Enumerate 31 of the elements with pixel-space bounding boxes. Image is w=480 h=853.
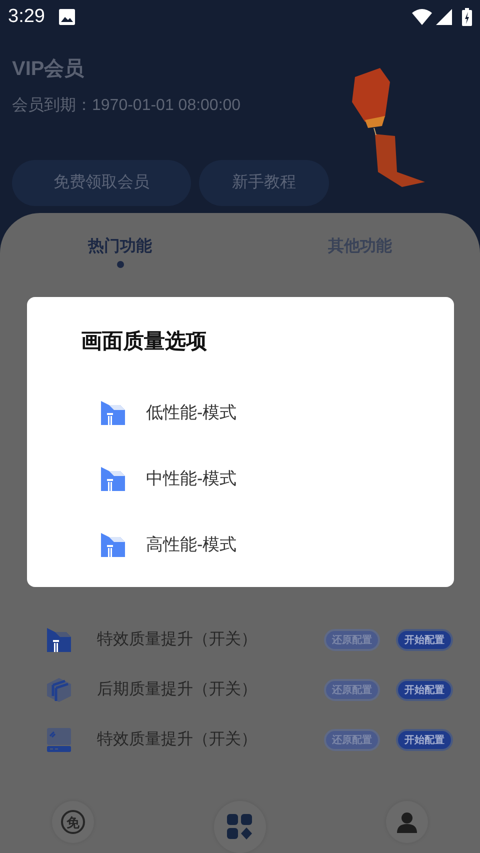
quality-option[interactable]: 低性能-模式: [27, 380, 454, 446]
header-button[interactable]: 新手教程: [199, 160, 329, 206]
house-icon: [46, 627, 72, 653]
signal-icon: [436, 8, 452, 25]
feature-name: 特效质量提升（开关）: [97, 630, 258, 650]
card-icon: [46, 727, 72, 753]
person-icon: [397, 812, 417, 832]
apps-icon: [227, 814, 253, 840]
status-time: 3:29: [8, 4, 45, 29]
expiry-date: 会员到期：1970-01-01 08:00:00: [12, 96, 242, 116]
feature-name: 特效质量提升（开关）: [97, 730, 258, 750]
tab[interactable]: 热门功能: [0, 235, 240, 268]
start-button[interactable]: 开始配置: [396, 679, 453, 701]
house-icon: [100, 400, 126, 426]
nav-button[interactable]: [386, 801, 428, 843]
dialog-title: 画面质量选项: [81, 329, 208, 355]
page-title: VIP会员: [12, 56, 86, 82]
start-button[interactable]: 开始配置: [396, 729, 453, 751]
quality-option[interactable]: 高性能-模式: [27, 512, 454, 578]
cube-icon: [46, 677, 72, 703]
header-button[interactable]: 免费领取会员: [12, 160, 191, 206]
start-button[interactable]: 开始配置: [396, 629, 453, 651]
house-icon: [100, 532, 126, 558]
wifi-icon: [412, 8, 432, 25]
free-badge-icon: 免: [61, 810, 85, 834]
quality-option[interactable]: 中性能-模式: [27, 446, 454, 512]
feature-name: 后期质量提升（开关）: [97, 680, 258, 700]
battery-icon: [462, 8, 472, 26]
house-icon: [100, 466, 126, 492]
nav-button[interactable]: 免: [52, 801, 94, 843]
image-icon: [58, 8, 75, 25]
